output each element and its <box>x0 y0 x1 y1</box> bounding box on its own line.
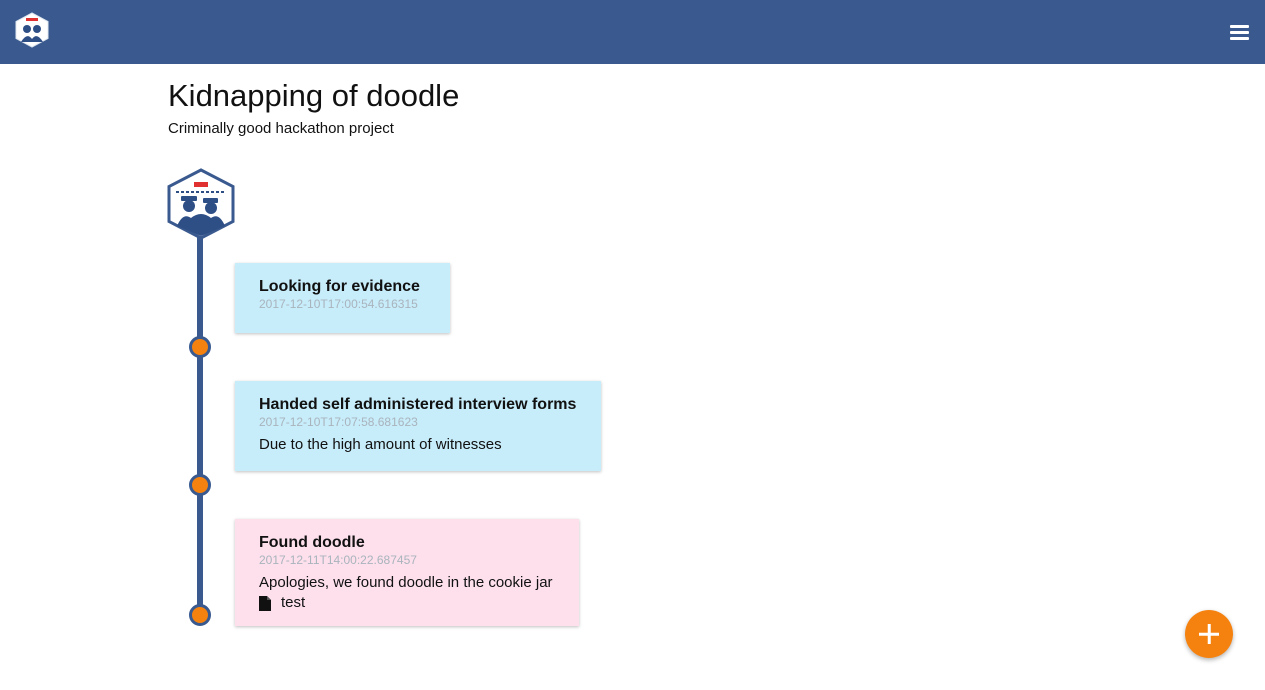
timeline-line <box>197 236 203 616</box>
card-timestamp: 2017-12-10T17:00:54.616315 <box>259 297 418 311</box>
menu-button[interactable] <box>1228 22 1252 42</box>
card-description: Due to the high amount of witnesses <box>259 436 502 453</box>
card-timestamp: 2017-12-10T17:07:58.681623 <box>259 415 418 429</box>
card-description: Apologies, we found doodle in the cookie… <box>259 574 553 591</box>
hamburger-menu-icon <box>1230 25 1249 28</box>
top-app-bar <box>0 0 1265 64</box>
attachment-link[interactable]: test <box>259 593 555 613</box>
card-timestamp: 2017-12-11T14:00:22.687457 <box>259 553 417 567</box>
timeline-dot <box>189 474 211 496</box>
card-title: Looking for evidence <box>259 278 420 295</box>
page-subtitle: Criminally good hackathon project <box>168 120 394 137</box>
attachment-name: test <box>281 594 306 611</box>
card-title: Found doodle <box>259 534 365 551</box>
add-event-button[interactable] <box>1185 610 1233 658</box>
timeline-card[interactable]: Handed self administered interview forms… <box>235 381 601 471</box>
timeline-card[interactable]: Looking for evidence 2017-12-10T17:00:54… <box>235 263 450 333</box>
page-title: Kidnapping of doodle <box>168 78 460 113</box>
timeline-card[interactable]: Found doodle 2017-12-11T14:00:22.687457 … <box>235 519 579 626</box>
timeline-dot <box>189 604 211 626</box>
file-icon <box>259 595 271 611</box>
app-logo-icon[interactable] <box>15 12 49 48</box>
case-logo-icon <box>167 168 235 240</box>
card-title: Handed self administered interview forms <box>259 396 577 413</box>
timeline-dot <box>189 336 211 358</box>
